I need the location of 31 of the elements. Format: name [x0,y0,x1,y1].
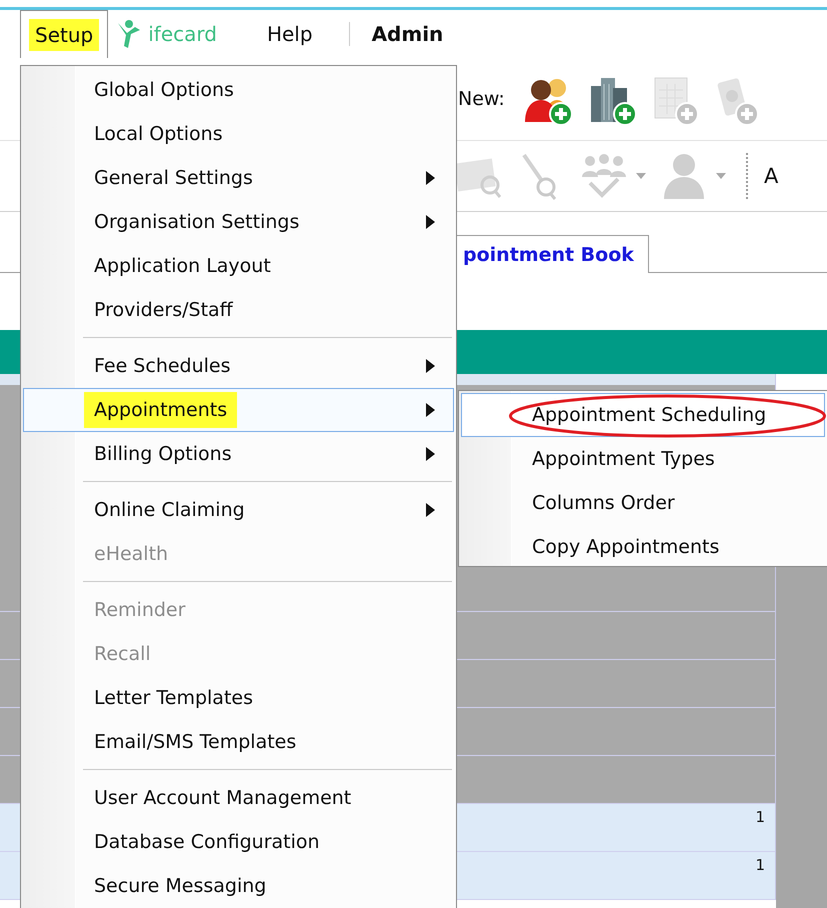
menu-item[interactable]: Email/SMS Templates [23,720,454,764]
submenu-arrow-icon [426,403,435,417]
menu-item[interactable]: Copy Appointments [461,525,825,569]
menu-item[interactable]: Online Claiming [23,488,454,532]
menu-item[interactable]: Providers/Staff [23,288,454,332]
user-name: Admin [372,22,444,46]
menu-item[interactable]: Local Options [23,112,454,156]
submenu-arrow-icon [426,171,435,185]
menu-item[interactable]: Fee Schedules [23,344,454,388]
menu-item[interactable]: User Account Management [23,776,454,820]
submenu-arrow-icon [426,447,435,461]
table-cell-text: 1 [755,807,766,826]
menu-item[interactable]: Setup [20,10,108,58]
menu-item[interactable]: Database Configuration [23,820,454,864]
table-cell-text: 1 [755,855,766,874]
menu-item[interactable]: Help [256,16,323,52]
menu-item[interactable]: Billing Options [23,432,454,476]
submenu-arrow-icon [426,215,435,229]
menu-item[interactable]: Appointments [23,388,454,432]
menu-item[interactable]: Columns Order [461,481,825,525]
menu-item[interactable]: Letter Templates [23,676,454,720]
menu-item[interactable]: General Settings [23,156,454,200]
logo-text: ifecard [148,22,217,46]
new-label: New: [458,88,505,110]
submenu-arrow-icon [426,503,435,517]
menu-item[interactable]: Secure Messaging [23,864,454,908]
menu-item[interactable]: Global Options [23,68,454,112]
submenu-arrow-icon [426,359,435,373]
logo-icon [116,19,142,49]
toolbar-label: A [764,164,778,188]
menu-item[interactable]: Appointment Types [461,437,825,481]
